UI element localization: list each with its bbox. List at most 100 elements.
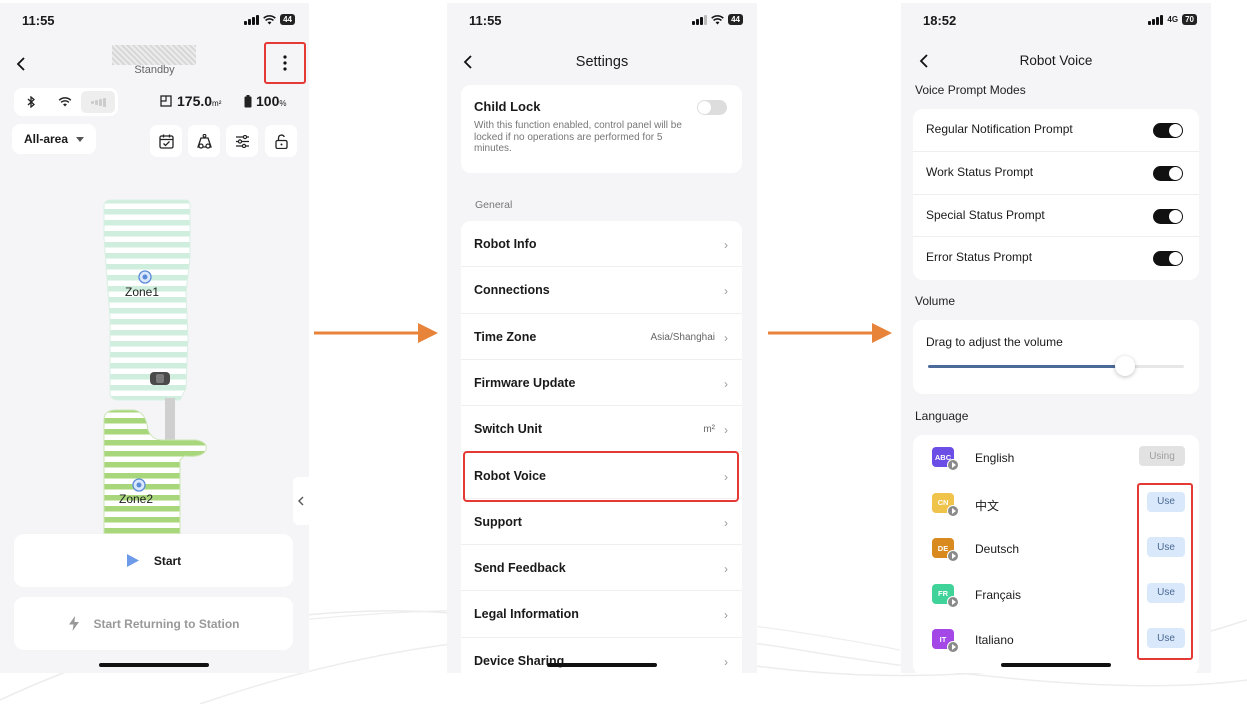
volume-slider-knob[interactable] — [1115, 356, 1136, 376]
settings-row-firmware-update[interactable]: Firmware Update › — [461, 360, 742, 407]
network-type: 4G — [1167, 15, 1179, 24]
lock-toggle-button[interactable] — [265, 125, 297, 157]
section-voice-prompt-modes: Voice Prompt Modes — [915, 83, 1026, 97]
prompt-row-error-status: Error Status Prompt — [913, 237, 1199, 280]
calendar-check-icon — [158, 134, 174, 149]
signal-icon — [692, 14, 708, 25]
play-sample-icon[interactable] — [947, 459, 959, 471]
status-bar: 18:52 4G 70 — [901, 13, 1211, 29]
play-icon — [126, 554, 139, 567]
area-mode-dropdown[interactable]: All-area — [12, 124, 96, 154]
settings-row-legal-information[interactable]: Legal Information › — [461, 591, 742, 638]
row-label: Send Feedback — [474, 561, 566, 576]
settings-row-device-sharing[interactable]: Device Sharing › — [461, 638, 742, 673]
start-label: Start — [153, 553, 182, 568]
language-name: Italiano — [975, 633, 1014, 648]
settings-row-time-zone[interactable]: Time Zone Asia/Shanghai › — [461, 314, 742, 360]
caret-down-icon — [76, 136, 85, 142]
error-status-toggle[interactable] — [1153, 251, 1183, 267]
volume-card: Drag to adjust the volume — [913, 320, 1199, 394]
sliders-icon — [235, 134, 249, 148]
prompt-row-regular-notification: Regular Notification Prompt — [913, 109, 1199, 152]
volume-slider[interactable] — [928, 356, 1184, 376]
chevron-right-icon: › — [724, 376, 728, 391]
battery-icon: 70 — [1182, 14, 1197, 25]
status-text: Standby — [134, 64, 175, 76]
chevron-right-icon: › — [724, 238, 728, 252]
return-label: Start Returning to Station — [93, 616, 240, 631]
zone2-area — [103, 409, 207, 538]
settings-screen: 11:55 44 Settings Child Lock With this f… — [447, 3, 757, 673]
row-label: Support — [474, 514, 522, 529]
settings-row-send-feedback[interactable]: Send Feedback › — [461, 545, 742, 592]
home-indicator — [547, 663, 657, 667]
row-value: Asia/Shanghai — [650, 331, 716, 343]
language-row-english: ABC English Using — [913, 435, 1199, 481]
regular-notification-toggle[interactable] — [1153, 123, 1183, 138]
schedule-button[interactable] — [150, 125, 182, 157]
volume-label: Drag to adjust the volume — [926, 335, 1063, 349]
home-indicator — [1001, 663, 1111, 667]
status-icons: 4G 70 — [1148, 14, 1197, 25]
language-using-button[interactable]: Using — [1139, 446, 1185, 466]
row-value: m² — [703, 424, 715, 436]
zone1-label: Zone1 — [125, 285, 160, 299]
play-sample-icon[interactable] — [947, 504, 959, 517]
area-unit: m² — [212, 99, 222, 108]
play-sample-icon[interactable] — [947, 595, 959, 608]
wifi-icon — [711, 14, 724, 24]
home-indicator — [99, 663, 209, 667]
return-to-station-button[interactable]: Start Returning to Station — [14, 597, 293, 650]
settings-row-switch-unit[interactable]: Switch Unit m² › — [461, 406, 742, 453]
area-mode-label: All-area — [23, 132, 69, 146]
play-sample-icon[interactable] — [947, 641, 959, 654]
row-label: Switch Unit — [474, 422, 543, 437]
side-panel-handle[interactable] — [293, 477, 309, 525]
play-sample-icon[interactable] — [947, 550, 959, 563]
battery-value: 100 — [256, 93, 280, 109]
row-label: Time Zone — [474, 329, 537, 344]
row-label: Connections — [474, 283, 550, 298]
lawn-map — [103, 199, 207, 538]
robot-mode-button[interactable] — [188, 125, 220, 157]
battery-level-icon — [244, 94, 252, 107]
language-name: English — [975, 451, 1015, 465]
chevron-right-icon: › — [724, 515, 728, 530]
battery-icon: 44 — [280, 14, 295, 25]
cellular-icon — [81, 91, 116, 113]
child-lock-toggle[interactable] — [697, 100, 727, 115]
prompt-label: Special Status Prompt — [926, 207, 1045, 222]
voice-prompt-list: Regular Notification Prompt Work Status … — [913, 109, 1199, 280]
device-name-blurred — [112, 45, 196, 65]
work-status-toggle[interactable] — [1153, 165, 1183, 181]
chevron-right-icon: › — [724, 608, 728, 623]
section-language: Language — [915, 409, 969, 423]
row-label: Robot Info — [474, 237, 537, 251]
prompt-label: Regular Notification Prompt — [926, 122, 1073, 136]
settings-row-robot-info[interactable]: Robot Info › — [461, 221, 742, 268]
settings-row-support[interactable]: Support › — [461, 499, 742, 546]
lightning-icon — [68, 616, 79, 631]
settings-row-connections[interactable]: Connections › — [461, 267, 742, 314]
battery-icon: 44 — [728, 14, 743, 25]
wifi-icon — [48, 97, 82, 107]
adjust-settings-button[interactable] — [226, 125, 258, 157]
mowing-area: 175.0m² — [160, 93, 221, 109]
signal-icon — [244, 14, 260, 25]
signal-icon — [1148, 14, 1164, 25]
home-screen: 11:55 44 Standby 175.0m² 100% All-area Z… — [0, 3, 309, 673]
page-title: Settings — [575, 54, 629, 70]
prompt-row-work-status: Work Status Prompt — [913, 152, 1199, 195]
language-name: Français — [975, 587, 1022, 602]
more-options-button[interactable] — [264, 42, 306, 84]
start-button[interactable]: Start — [14, 534, 293, 587]
robot-battery: 100% — [244, 93, 286, 109]
special-status-toggle[interactable] — [1153, 208, 1183, 224]
language-name: 中文 — [975, 498, 1000, 513]
zone1-area — [103, 199, 191, 401]
chevron-left-icon — [298, 496, 304, 506]
prompt-row-special-status: Special Status Prompt — [913, 195, 1199, 238]
language-name: Deutsch — [975, 542, 1020, 557]
row-label: Legal Information — [474, 607, 579, 622]
wifi-icon — [263, 14, 276, 24]
